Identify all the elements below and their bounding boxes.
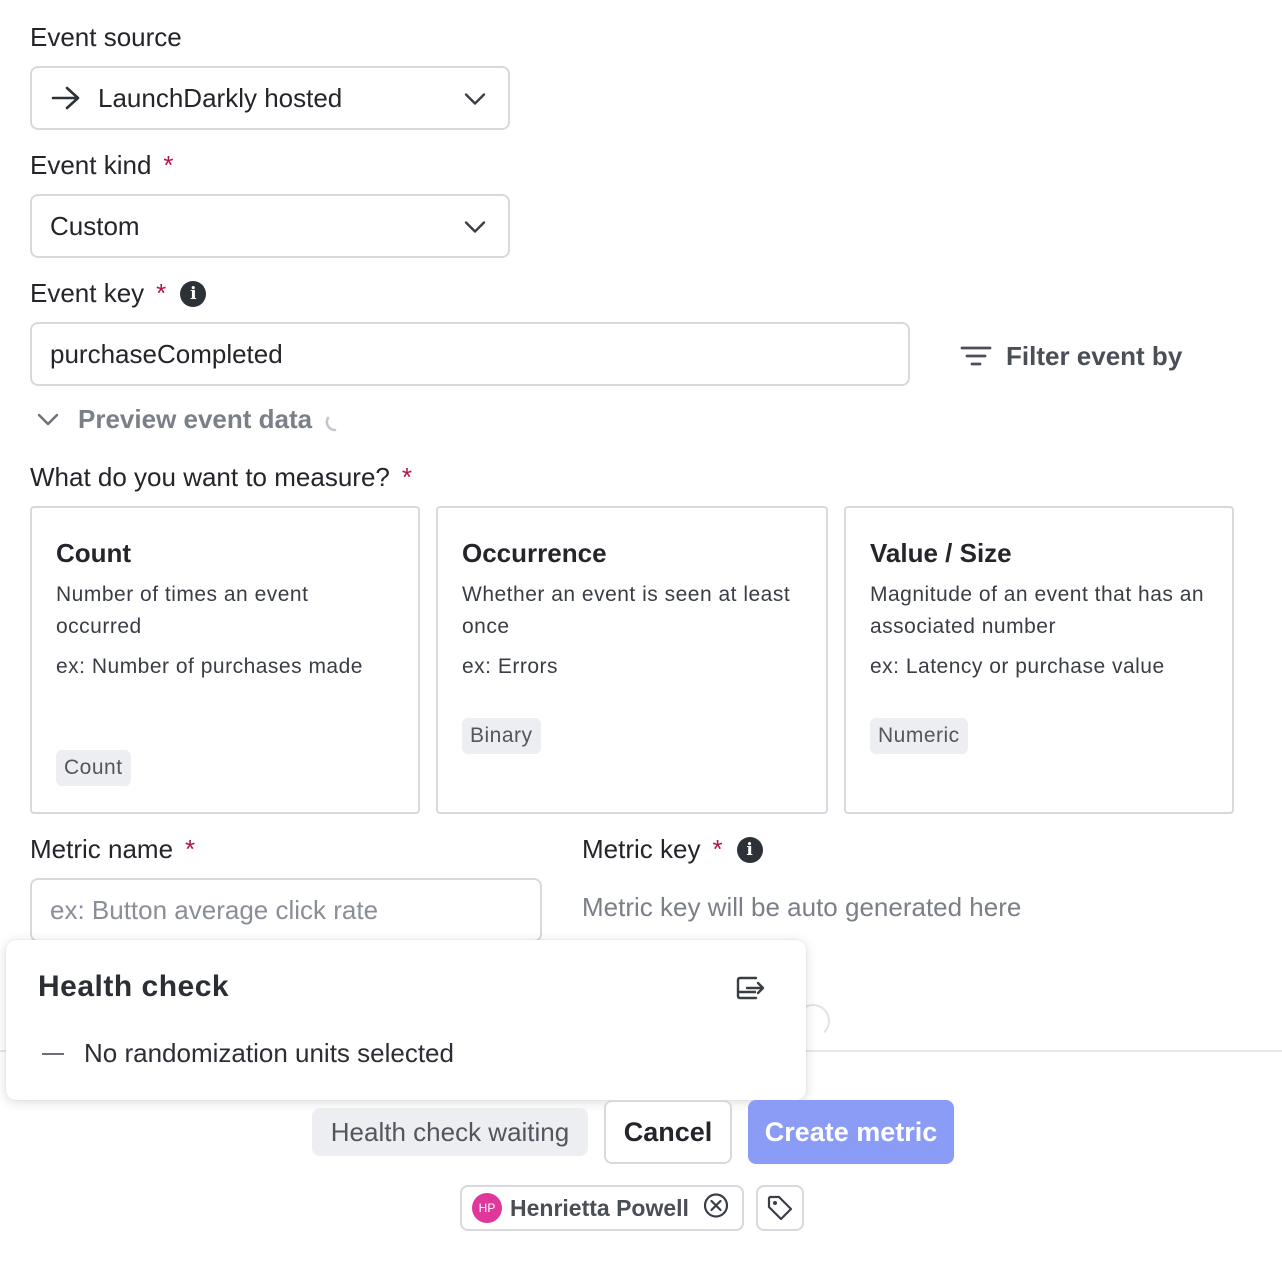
loading-spinner-icon xyxy=(322,412,344,434)
option-type-chip: Binary xyxy=(462,718,541,754)
event-source-label-text: Event source xyxy=(30,22,182,52)
required-mark: * xyxy=(712,834,723,864)
maintainer-selector[interactable]: HP Henrietta Powell xyxy=(460,1185,744,1231)
tag-button[interactable] xyxy=(756,1185,804,1231)
option-description: Number of times an event occurred xyxy=(56,583,309,638)
metric-name-label-text: Metric name xyxy=(30,834,174,864)
create-metric-button-label: Create metric xyxy=(764,1116,938,1147)
cancel-button[interactable]: Cancel xyxy=(604,1100,732,1164)
health-check-popover: Health check No randomization units sele… xyxy=(6,940,806,1100)
maintainer-name: Henrietta Powell xyxy=(510,1194,689,1221)
health-check-item: No randomization units selected xyxy=(42,1038,454,1069)
preview-event-data-toggle[interactable]: Preview event data xyxy=(36,404,344,435)
event-key-label-text: Event key xyxy=(30,278,145,308)
measure-label-text: What do you want to measure? xyxy=(30,462,390,492)
event-key-label: Event key * i xyxy=(30,278,207,309)
option-example: ex: Latency or purchase value xyxy=(870,655,1165,678)
health-check-item-text: No randomization units selected xyxy=(84,1038,454,1068)
event-key-value: purchaseCompleted xyxy=(50,338,283,369)
event-kind-label: Event kind * xyxy=(30,150,174,181)
arrow-right-icon xyxy=(50,84,82,112)
option-title: Occurrence xyxy=(462,538,607,568)
required-mark: * xyxy=(163,150,174,180)
info-icon[interactable]: i xyxy=(736,836,763,863)
option-description: Whether an event is seen at least once xyxy=(462,583,791,638)
required-mark: * xyxy=(185,834,196,864)
option-title: Count xyxy=(56,538,132,568)
dash-icon xyxy=(42,1052,64,1055)
option-type-chip: Count xyxy=(56,750,131,786)
create-metric-button[interactable]: Create metric xyxy=(748,1100,954,1164)
filter-event-button[interactable]: Filter event by xyxy=(960,336,1182,376)
metric-key-label-text: Metric key xyxy=(582,834,701,864)
clear-icon[interactable] xyxy=(702,1192,730,1225)
measure-option-occurrence[interactable]: Occurrence Whether an event is seen at l… xyxy=(436,506,828,814)
info-icon[interactable]: i xyxy=(180,280,207,307)
filter-icon xyxy=(960,344,992,368)
exit-icon[interactable] xyxy=(734,972,766,1004)
option-description: Magnitude of an event that has an associ… xyxy=(870,583,1205,638)
event-source-label: Event source xyxy=(30,22,182,53)
measure-option-count[interactable]: Count Number of times an event occurred … xyxy=(30,506,420,814)
filter-event-label: Filter event by xyxy=(1006,340,1183,371)
cancel-button-label: Cancel xyxy=(623,1116,713,1147)
chevron-down-icon xyxy=(36,412,60,428)
metric-key-placeholder: Metric key will be auto generated here xyxy=(582,892,1022,922)
event-kind-select[interactable]: Custom xyxy=(30,194,510,258)
chevron-down-icon xyxy=(464,83,486,114)
option-example: ex: Number of purchases made xyxy=(56,655,363,678)
metric-name-placeholder: ex: Button average click rate xyxy=(50,894,379,925)
option-type-chip: Numeric xyxy=(870,718,968,754)
option-title: Value / Size xyxy=(870,538,1012,568)
health-check-status-text: Health check waiting xyxy=(330,1116,570,1147)
required-mark: * xyxy=(401,462,412,492)
measure-label: What do you want to measure? * xyxy=(30,462,412,493)
event-kind-label-text: Event kind xyxy=(30,150,152,180)
avatar: HP xyxy=(472,1193,502,1223)
health-check-title: Health check xyxy=(38,970,230,1003)
required-mark: * xyxy=(156,278,167,308)
metric-key-label: Metric key * i xyxy=(582,834,763,865)
metric-name-label: Metric name * xyxy=(30,834,195,865)
chevron-down-icon xyxy=(464,211,486,242)
event-kind-value: Custom xyxy=(50,210,140,241)
event-source-value: LaunchDarkly hosted xyxy=(98,82,343,113)
option-example: ex: Errors xyxy=(462,655,559,678)
measure-option-value-size[interactable]: Value / Size Magnitude of an event that … xyxy=(844,506,1234,814)
metric-name-input[interactable]: ex: Button average click rate xyxy=(30,878,542,942)
event-key-input[interactable]: purchaseCompleted xyxy=(30,322,910,386)
health-check-status-badge[interactable]: Health check waiting xyxy=(312,1108,588,1156)
event-source-select[interactable]: LaunchDarkly hosted xyxy=(30,66,510,130)
tag-icon xyxy=(766,1194,794,1222)
preview-event-data-label: Preview event data xyxy=(78,404,313,434)
